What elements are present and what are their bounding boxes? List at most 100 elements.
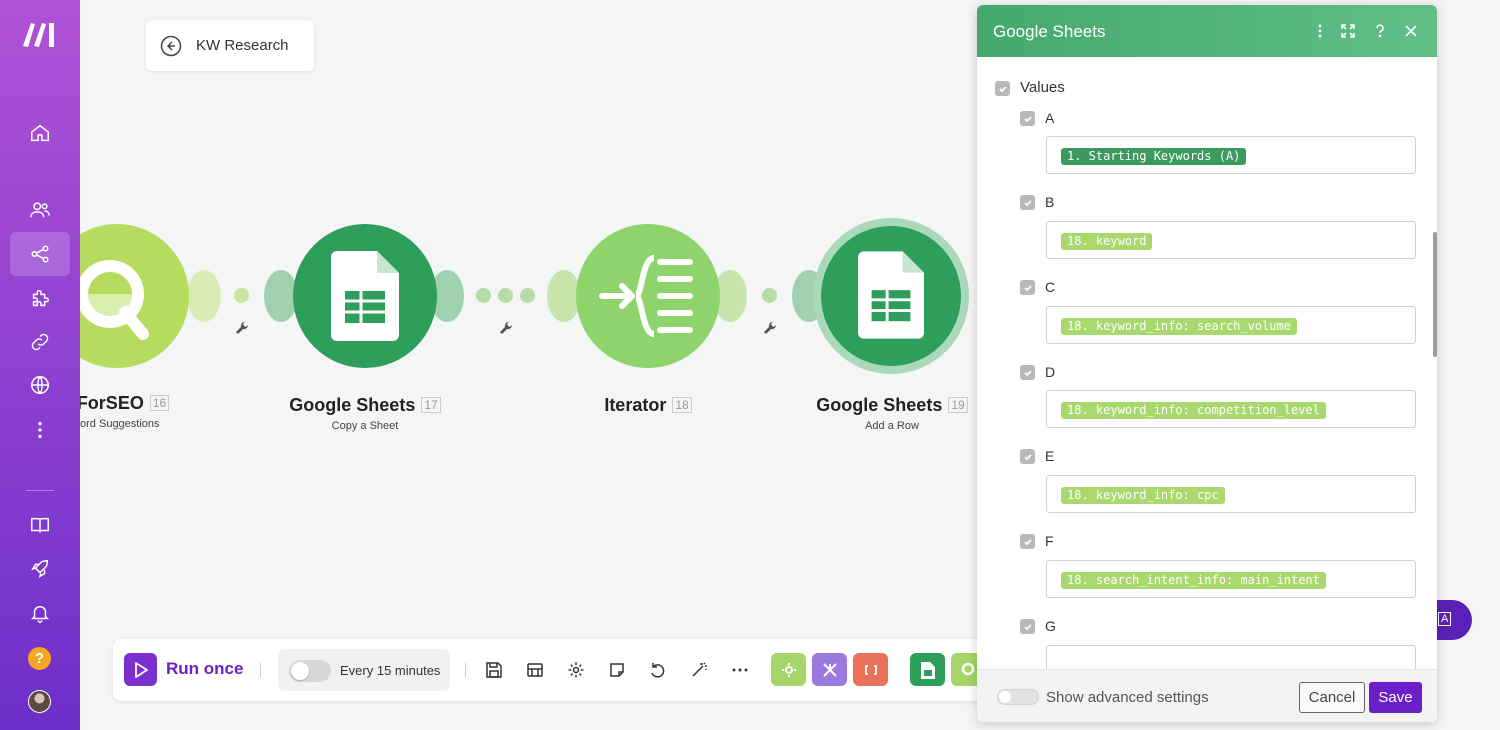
node-subtitle: Copy a Sheet	[331, 420, 399, 432]
schedule-label[interactable]: Every 15 minutes	[340, 663, 440, 678]
panel-header: Google Sheets	[977, 5, 1437, 57]
play-icon	[134, 661, 148, 678]
sidebar-item-notifications[interactable]	[10, 591, 70, 635]
mapping-token[interactable]: 18. keyword	[1061, 233, 1153, 250]
dataforseo-icon	[80, 260, 149, 340]
node-subtitle: eyword Suggestions	[80, 418, 160, 430]
values-label: Values	[1020, 79, 1065, 96]
node-dataforseo[interactable]	[80, 224, 189, 368]
tools-button[interactable]	[771, 653, 806, 686]
connector-dot	[520, 288, 535, 303]
field-f-checkbox[interactable]	[1020, 534, 1035, 549]
node-number: 19	[948, 397, 968, 413]
field-a-input[interactable]: 1. Starting Keywords (A)	[1046, 136, 1416, 174]
field-e-checkbox[interactable]	[1020, 449, 1035, 464]
mapping-token[interactable]: 18. search_intent_info: main_intent	[1061, 572, 1326, 589]
panel-menu-icon[interactable]	[1309, 20, 1331, 42]
sidebar-item-more[interactable]	[10, 408, 70, 452]
scenario-name[interactable]: KW Research	[196, 37, 289, 54]
schedule-toggle[interactable]	[289, 660, 331, 682]
panel-scrollbar[interactable]	[1433, 232, 1437, 357]
wrench-icon[interactable]	[498, 320, 514, 336]
users-icon	[30, 202, 50, 218]
field-g-checkbox[interactable]	[1020, 619, 1035, 634]
toolbar-separator	[465, 663, 466, 677]
check-icon	[1023, 199, 1032, 206]
undo-icon[interactable]	[646, 658, 670, 682]
field-c-input[interactable]: 18. keyword_info: search_volume	[1046, 306, 1416, 344]
book-icon	[31, 517, 49, 533]
field-f-input[interactable]: 18. search_intent_info: main_intent	[1046, 560, 1416, 598]
node-subtitle: Add a Row	[865, 420, 919, 432]
field-b-input[interactable]: 18. keyword	[1046, 221, 1416, 259]
cancel-button[interactable]: Cancel	[1299, 682, 1365, 713]
check-icon	[1023, 115, 1032, 122]
field-d-checkbox[interactable]	[1020, 365, 1035, 380]
field-e-input[interactable]: 18. keyword_info: cpc	[1046, 475, 1416, 513]
flow-control-button[interactable]	[812, 653, 847, 686]
json-button[interactable]	[853, 653, 888, 686]
advanced-settings-label[interactable]: Show advanced settings	[1046, 689, 1209, 706]
help-icon[interactable]	[1369, 20, 1391, 42]
mapping-token[interactable]: 1. Starting Keywords (A)	[1061, 148, 1247, 165]
share-nodes-icon	[31, 245, 49, 263]
field-g-label: G	[1045, 618, 1056, 634]
field-f-label: F	[1045, 533, 1054, 549]
field-d-input[interactable]: 18. keyword_info: competition_level	[1046, 390, 1416, 428]
sidebar-item-webhooks[interactable]	[10, 363, 70, 407]
node-label-iterator: Iterator 18	[538, 395, 758, 416]
mapping-token[interactable]: 18. keyword_info: cpc	[1061, 487, 1225, 504]
node-label-dataforseo: ataForSEO 16 eyword Suggestions	[80, 393, 220, 430]
field-d-label: D	[1045, 364, 1056, 380]
sidebar-item-team[interactable]	[10, 188, 70, 232]
field-c-checkbox[interactable]	[1020, 280, 1035, 295]
wrench-icon[interactable]	[234, 320, 250, 336]
notes-icon[interactable]	[605, 658, 629, 682]
sidebar-item-docs[interactable]	[10, 503, 70, 547]
save-button[interactable]: Save	[1369, 682, 1422, 713]
sidebar-item-apps[interactable]	[10, 276, 70, 320]
avatar[interactable]	[28, 690, 51, 713]
more-horizontal-icon[interactable]	[728, 658, 752, 682]
values-collapse-checkbox[interactable]	[995, 81, 1010, 96]
check-icon	[1023, 453, 1032, 460]
close-icon[interactable]	[1400, 20, 1422, 42]
iterator-icon	[599, 255, 693, 337]
gear-icon[interactable]	[564, 658, 588, 682]
field-a-checkbox[interactable]	[1020, 111, 1035, 126]
node-google-sheets-add-row[interactable]	[821, 226, 961, 366]
mapping-token[interactable]: 18. keyword_info: search_volume	[1061, 318, 1297, 335]
run-once-label[interactable]: Run once	[166, 659, 243, 679]
save-icon[interactable]	[482, 658, 506, 682]
sidebar-item-home[interactable]	[10, 111, 70, 155]
mapping-token[interactable]: 18. keyword_info: competition_level	[1061, 402, 1326, 419]
panel-body: Values A 1. Starting Keywords (A) B 18. …	[977, 57, 1437, 669]
schedule-control[interactable]: Every 15 minutes	[278, 649, 450, 691]
node-iterator[interactable]	[576, 224, 720, 368]
sidebar-item-launch[interactable]	[10, 547, 70, 591]
scenario-settings-icon[interactable]	[523, 658, 547, 682]
node-title: ataForSEO	[80, 393, 144, 413]
wrench-icon[interactable]	[762, 320, 778, 336]
run-once-button[interactable]	[124, 653, 157, 686]
home-icon	[31, 124, 49, 142]
connector-dot	[234, 288, 249, 303]
expand-icon[interactable]	[1337, 20, 1359, 42]
magic-wand-icon[interactable]	[687, 658, 711, 682]
field-b-checkbox[interactable]	[1020, 195, 1035, 210]
field-g-input[interactable]	[1046, 645, 1416, 669]
brackets-icon	[864, 664, 877, 675]
node-google-sheets-copy[interactable]	[293, 224, 437, 368]
sidebar-item-scenarios[interactable]	[10, 232, 70, 276]
sidebar-item-connections[interactable]	[10, 320, 70, 364]
google-sheets-icon	[331, 251, 399, 341]
toolbar-separator	[260, 663, 261, 677]
check-icon	[998, 85, 1007, 92]
advanced-settings-toggle[interactable]	[997, 689, 1039, 705]
google-sheets-app-button[interactable]	[910, 653, 945, 686]
bottom-toolbar: Run once Every 15 minutes	[113, 639, 993, 701]
make-logo-icon[interactable]	[21, 20, 59, 48]
check-icon	[1023, 369, 1032, 376]
back-arrow-icon[interactable]	[160, 35, 182, 57]
help-icon[interactable]: ?	[28, 647, 51, 670]
